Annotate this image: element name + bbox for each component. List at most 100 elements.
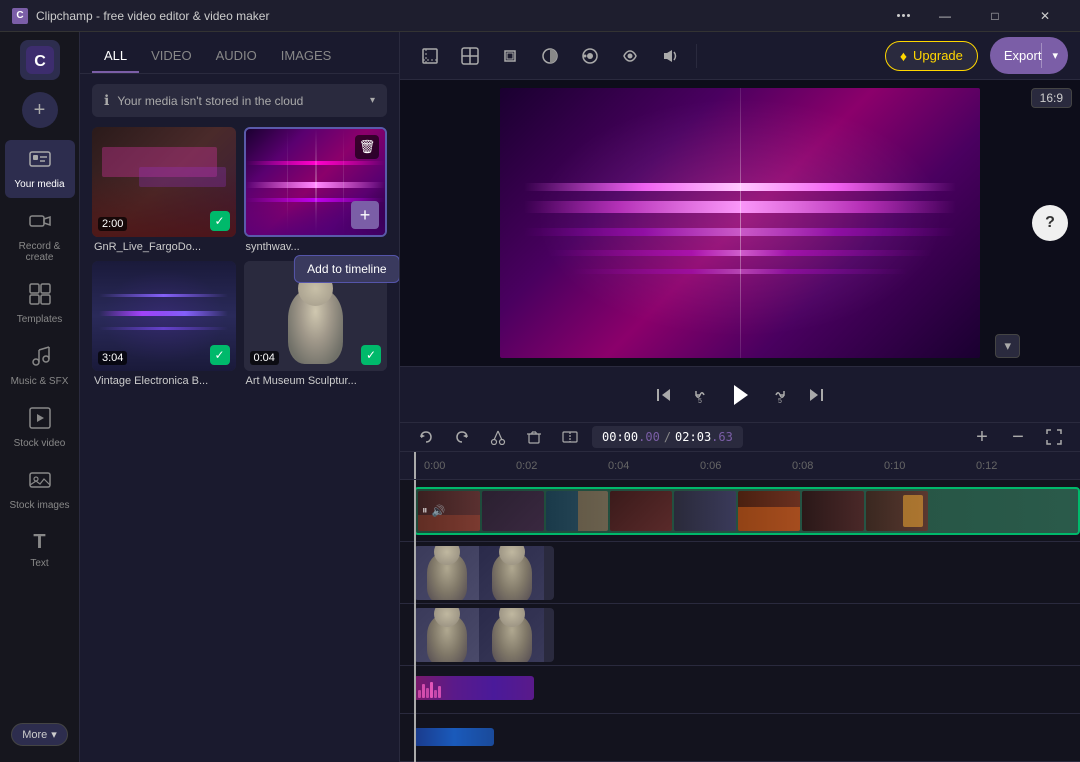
tab-audio[interactable]: AUDIO (204, 40, 269, 73)
music-icon (29, 345, 51, 372)
titlebar-controls: — □ ✕ (922, 0, 1068, 32)
split-timeline-button[interactable] (556, 423, 584, 451)
ruler-mark: 0:04 (608, 460, 700, 472)
list-item[interactable]: 🗑 + synthwav... Add to timeline (244, 127, 388, 253)
image-clip-2[interactable] (414, 608, 554, 662)
video-preview: 16:9 (400, 80, 1080, 366)
ruler-mark: 0:08 (792, 460, 884, 472)
image-clip-1[interactable] (414, 546, 554, 600)
titlebar-menu[interactable] (885, 14, 922, 17)
tab-video[interactable]: VIDEO (139, 40, 203, 73)
sidebar-logo: C (20, 40, 60, 80)
collapse-panel-button[interactable]: ▾ (995, 334, 1020, 358)
cut-button[interactable] (484, 423, 512, 451)
cloud-info-icon: ℹ (104, 92, 109, 109)
audio-clip-2[interactable] (414, 728, 494, 746)
media-thumbnail: 2:00 ✓ (92, 127, 236, 237)
timeline-area: 00:00 .00 / 02:03 .63 + − (400, 422, 1080, 762)
media-duration: 0:04 (250, 351, 279, 365)
audio-track[interactable] (400, 666, 1080, 714)
tab-all[interactable]: ALL (92, 40, 139, 73)
media-label: Art Museum Sculptur... (244, 375, 388, 387)
sidebar-item-stock-video[interactable]: Stock video (5, 399, 75, 457)
export-button[interactable]: Export ▾ (990, 37, 1068, 74)
sidebar-item-templates[interactable]: Templates (5, 275, 75, 333)
media-duration: 2:00 (98, 217, 127, 231)
color-button[interactable] (532, 40, 568, 72)
stock-video-icon (29, 407, 51, 434)
ruler-mark: 0:12 (976, 460, 1068, 472)
audio-clip[interactable] (414, 676, 534, 700)
timeline-tracks: ⏸🔊 (400, 480, 1080, 762)
timecode-separator: / (664, 430, 671, 444)
redo-button[interactable] (448, 423, 476, 451)
rewind-button[interactable]: 5 (690, 385, 710, 405)
image-track-1[interactable] (400, 542, 1080, 604)
video-track[interactable]: ⏸🔊 (400, 480, 1080, 542)
list-item[interactable]: 2:00 ✓ GnR_Live_FargoDo... (92, 127, 236, 253)
timeline-ruler[interactable]: 0:00 0:02 0:04 0:06 0:08 0:10 0:12 (400, 452, 1080, 480)
media-duration: 3:04 (98, 351, 127, 365)
svg-text:C: C (34, 53, 46, 70)
delete-media-button[interactable]: 🗑 (355, 135, 379, 159)
undo-button[interactable] (412, 423, 440, 451)
list-item[interactable]: 3:04 ✓ Vintage Electronica B... (92, 261, 236, 387)
app-title: Clipchamp - free video editor & video ma… (36, 9, 269, 23)
media-label: Vintage Electronica B... (92, 375, 236, 387)
tab-images[interactable]: IMAGES (269, 40, 344, 73)
sidebar-item-text[interactable]: T Text (5, 523, 75, 577)
toolbar: ♦ Upgrade Export ▾ (400, 32, 1080, 80)
sidebar-item-your-media[interactable]: Your media (5, 140, 75, 198)
play-button[interactable] (726, 381, 754, 409)
more-button[interactable]: More ▾ (11, 723, 68, 746)
video-clip[interactable]: ⏸🔊 (414, 487, 1080, 535)
cloud-chevron-icon: ▾ (370, 95, 375, 106)
delete-button[interactable] (520, 423, 548, 451)
minimize-button[interactable]: — (922, 0, 968, 32)
sidebar-item-label: Stock images (9, 500, 69, 511)
split-button[interactable] (572, 40, 608, 72)
sidebar-item-stock-images[interactable]: Stock images (5, 461, 75, 519)
image-track-2[interactable] (400, 604, 1080, 666)
timecode-total-sub: .63 (711, 430, 733, 444)
media-check-icon: ✓ (361, 345, 381, 365)
svg-text:5: 5 (778, 398, 782, 405)
stock-images-icon (29, 469, 51, 496)
trim-button[interactable] (452, 40, 488, 72)
zoom-out-button[interactable]: − (1004, 423, 1032, 451)
transform-button[interactable] (492, 40, 528, 72)
toolbar-separator (696, 44, 697, 68)
volume-button[interactable] (652, 40, 688, 72)
maximize-button[interactable]: □ (972, 0, 1018, 32)
export-label: Export (1004, 48, 1042, 63)
close-button[interactable]: ✕ (1022, 0, 1068, 32)
sidebar-item-label: Templates (17, 314, 63, 325)
sidebar-item-music[interactable]: Music & SFX (5, 337, 75, 395)
export-chevron-icon[interactable]: ▾ (1041, 43, 1068, 68)
skip-back-button[interactable] (654, 385, 674, 405)
media-grid: 2:00 ✓ GnR_Live_FargoDo... (80, 127, 399, 387)
add-track-button[interactable]: + (968, 423, 996, 451)
help-button[interactable]: ? (1032, 205, 1068, 241)
add-media-button[interactable]: + (22, 92, 58, 128)
ruler-mark: 0:02 (516, 460, 608, 472)
right-area: ♦ Upgrade Export ▾ (400, 32, 1080, 762)
fullscreen-timeline-button[interactable] (1040, 423, 1068, 451)
preview-ratio: 16:9 (1031, 88, 1072, 108)
skip-forward-button[interactable] (806, 385, 826, 405)
forward-button[interactable]: 5 (770, 385, 790, 405)
preview-canvas (500, 88, 980, 358)
crop-button[interactable] (412, 40, 448, 72)
speed-button[interactable] (612, 40, 648, 72)
audio-track-2[interactable] (400, 714, 1080, 762)
ruler-marks: 0:00 0:02 0:04 0:06 0:08 0:10 0:12 (416, 460, 1068, 472)
sidebar-item-record[interactable]: Record & create (5, 202, 75, 271)
timeline-toolbar: 00:00 .00 / 02:03 .63 + − (400, 423, 1080, 452)
add-to-timeline-button[interactable]: + (351, 201, 379, 229)
cloud-bar[interactable]: ℹ Your media isn't stored in the cloud ▾ (92, 84, 387, 117)
media-label: synthwav... (244, 241, 388, 253)
titlebar: C Clipchamp - free video editor & video … (0, 0, 1080, 32)
playback-controls: 5 5 (400, 366, 1080, 422)
add-to-timeline-tooltip: Add to timeline (294, 255, 399, 283)
upgrade-button[interactable]: ♦ Upgrade (885, 41, 978, 71)
